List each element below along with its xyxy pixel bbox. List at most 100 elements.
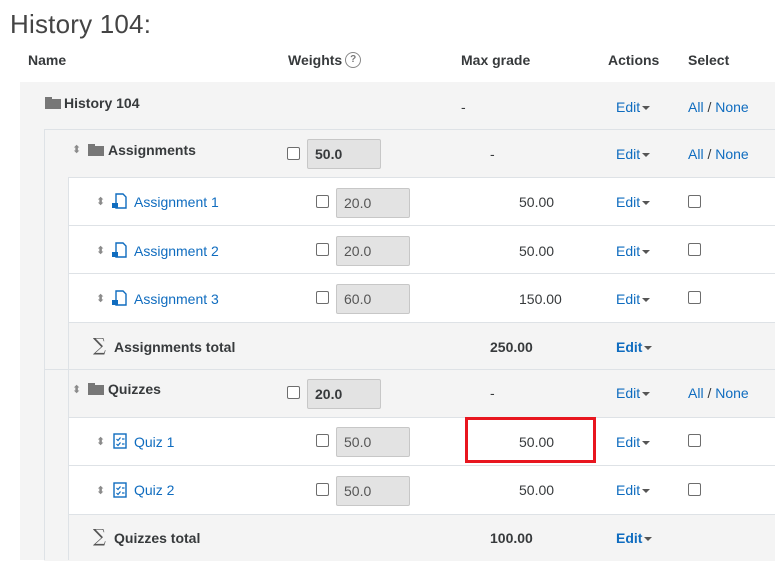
select-checkbox[interactable] (688, 483, 701, 496)
assignment-edit-menu[interactable]: Edit (616, 291, 651, 307)
caret-down-icon (644, 537, 653, 542)
move-icon[interactable]: ⬍ (96, 437, 106, 451)
assignments-total-max: 250.00 (490, 339, 533, 355)
col-header-max-grade: Max grade (461, 52, 531, 68)
assignments-category-name: Assignments (108, 142, 196, 158)
quiz-edit-menu[interactable]: Edit (616, 482, 651, 498)
select-all-link[interactable]: All (688, 146, 704, 162)
assignment-max-grade: 150.00 (519, 291, 562, 307)
quizzes-total-edit-menu[interactable]: Edit (616, 530, 653, 546)
row-divider (68, 225, 775, 226)
assignment-weight-input[interactable]: 20.0 (336, 188, 410, 218)
course-select-links: All / None (688, 99, 749, 115)
assignment-icon (112, 193, 127, 209)
assignments-max-grade: - (490, 146, 495, 162)
sigma-icon: ∑ (93, 526, 106, 547)
assignment-weight-input[interactable]: 20.0 (336, 236, 410, 266)
select-checkbox[interactable] (688, 434, 701, 447)
quizzes-select-links: All / None (688, 385, 749, 401)
course-name: History 104 (64, 95, 140, 111)
row-divider (68, 514, 775, 515)
weight-override-checkbox[interactable] (316, 243, 329, 256)
highlight-box (465, 417, 596, 463)
folder-icon (88, 144, 104, 156)
edit-label: Edit (616, 482, 641, 498)
caret-down-icon (642, 153, 651, 158)
assignment-icon (112, 290, 127, 306)
assignment-link[interactable]: Assignment 3 (134, 291, 219, 307)
quizzes-category-name: Quizzes (108, 381, 161, 397)
move-icon[interactable]: ⬍ (96, 197, 106, 211)
col-header-weights: Weights? (288, 52, 362, 69)
quiz-edit-menu[interactable]: Edit (616, 434, 651, 450)
assignments-total-edit-menu[interactable]: Edit (616, 339, 653, 355)
col-header-select: Select (688, 52, 730, 68)
weight-override-checkbox[interactable] (316, 195, 329, 208)
caret-down-icon (642, 441, 651, 446)
edit-label: Edit (616, 339, 643, 355)
row-divider (44, 369, 775, 370)
quizzes-max-grade: - (490, 385, 495, 401)
assignment-weight-input[interactable]: 60.0 (336, 284, 410, 314)
quiz-link[interactable]: Quiz 2 (134, 482, 174, 498)
select-all-link[interactable]: All (688, 385, 704, 401)
edit-label: Edit (616, 146, 641, 162)
col-header-name: Name (28, 52, 67, 68)
quiz-max-grade: 50.00 (519, 482, 555, 498)
select-checkbox[interactable] (688, 291, 701, 304)
edit-label: Edit (616, 194, 641, 210)
assignment-link[interactable]: Assignment 1 (134, 194, 219, 210)
quizzes-weight-input[interactable]: 20.0 (307, 379, 381, 409)
assignment-icon (112, 242, 127, 258)
quiz-link[interactable]: Quiz 1 (134, 434, 174, 450)
indent-line (44, 129, 45, 560)
course-edit-label: Edit (616, 99, 641, 115)
edit-label: Edit (616, 385, 641, 401)
folder-icon (45, 97, 61, 109)
caret-down-icon (642, 250, 651, 255)
quiz-icon (113, 482, 127, 498)
course-edit-menu[interactable]: Edit (616, 99, 651, 115)
quiz-weight-input[interactable]: 50.0 (336, 476, 410, 506)
folder-icon (88, 383, 104, 395)
assignment-edit-menu[interactable]: Edit (616, 243, 651, 259)
move-icon[interactable]: ⬍ (96, 486, 106, 500)
quizzes-edit-menu[interactable]: Edit (616, 385, 651, 401)
col-header-actions: Actions (608, 52, 660, 68)
edit-label: Edit (616, 243, 641, 259)
assignment-link[interactable]: Assignment 2 (134, 243, 219, 259)
weight-override-checkbox[interactable] (287, 386, 300, 399)
quizzes-total-max: 100.00 (490, 530, 533, 546)
move-icon[interactable]: ⬍ (96, 294, 106, 308)
weight-override-checkbox[interactable] (316, 434, 329, 447)
help-icon[interactable]: ? (345, 52, 362, 69)
select-none-link[interactable]: None (715, 99, 748, 115)
select-none-link[interactable]: None (715, 385, 748, 401)
select-separator: / (707, 99, 712, 115)
row-divider (68, 417, 775, 418)
col-header-weights-label: Weights (288, 52, 343, 68)
quiz-icon (113, 433, 127, 449)
select-checkbox[interactable] (688, 195, 701, 208)
row-divider (68, 322, 775, 323)
select-checkbox[interactable] (688, 243, 701, 256)
weight-override-checkbox[interactable] (287, 147, 300, 160)
assignment-edit-menu[interactable]: Edit (616, 194, 651, 210)
row-divider (68, 273, 775, 274)
gradebook-setup-table: Name Weights? Max grade Actions Select H… (0, 0, 775, 561)
select-all-link[interactable]: All (688, 99, 704, 115)
assignments-edit-menu[interactable]: Edit (616, 146, 651, 162)
move-icon[interactable]: ⬍ (72, 385, 82, 399)
assignments-total-label: Assignments total (114, 339, 236, 355)
assignment-max-grade: 50.00 (519, 194, 555, 210)
move-icon[interactable]: ⬍ (96, 246, 106, 260)
quiz-weight-input[interactable]: 50.0 (336, 427, 410, 457)
weight-override-checkbox[interactable] (316, 483, 329, 496)
select-none-link[interactable]: None (715, 146, 748, 162)
weight-override-checkbox[interactable] (316, 291, 329, 304)
edit-label: Edit (616, 291, 641, 307)
move-icon[interactable]: ⬍ (72, 145, 82, 159)
assignments-weight-input[interactable]: 50.0 (307, 139, 381, 169)
caret-down-icon (642, 489, 651, 494)
caret-down-icon (642, 298, 651, 303)
